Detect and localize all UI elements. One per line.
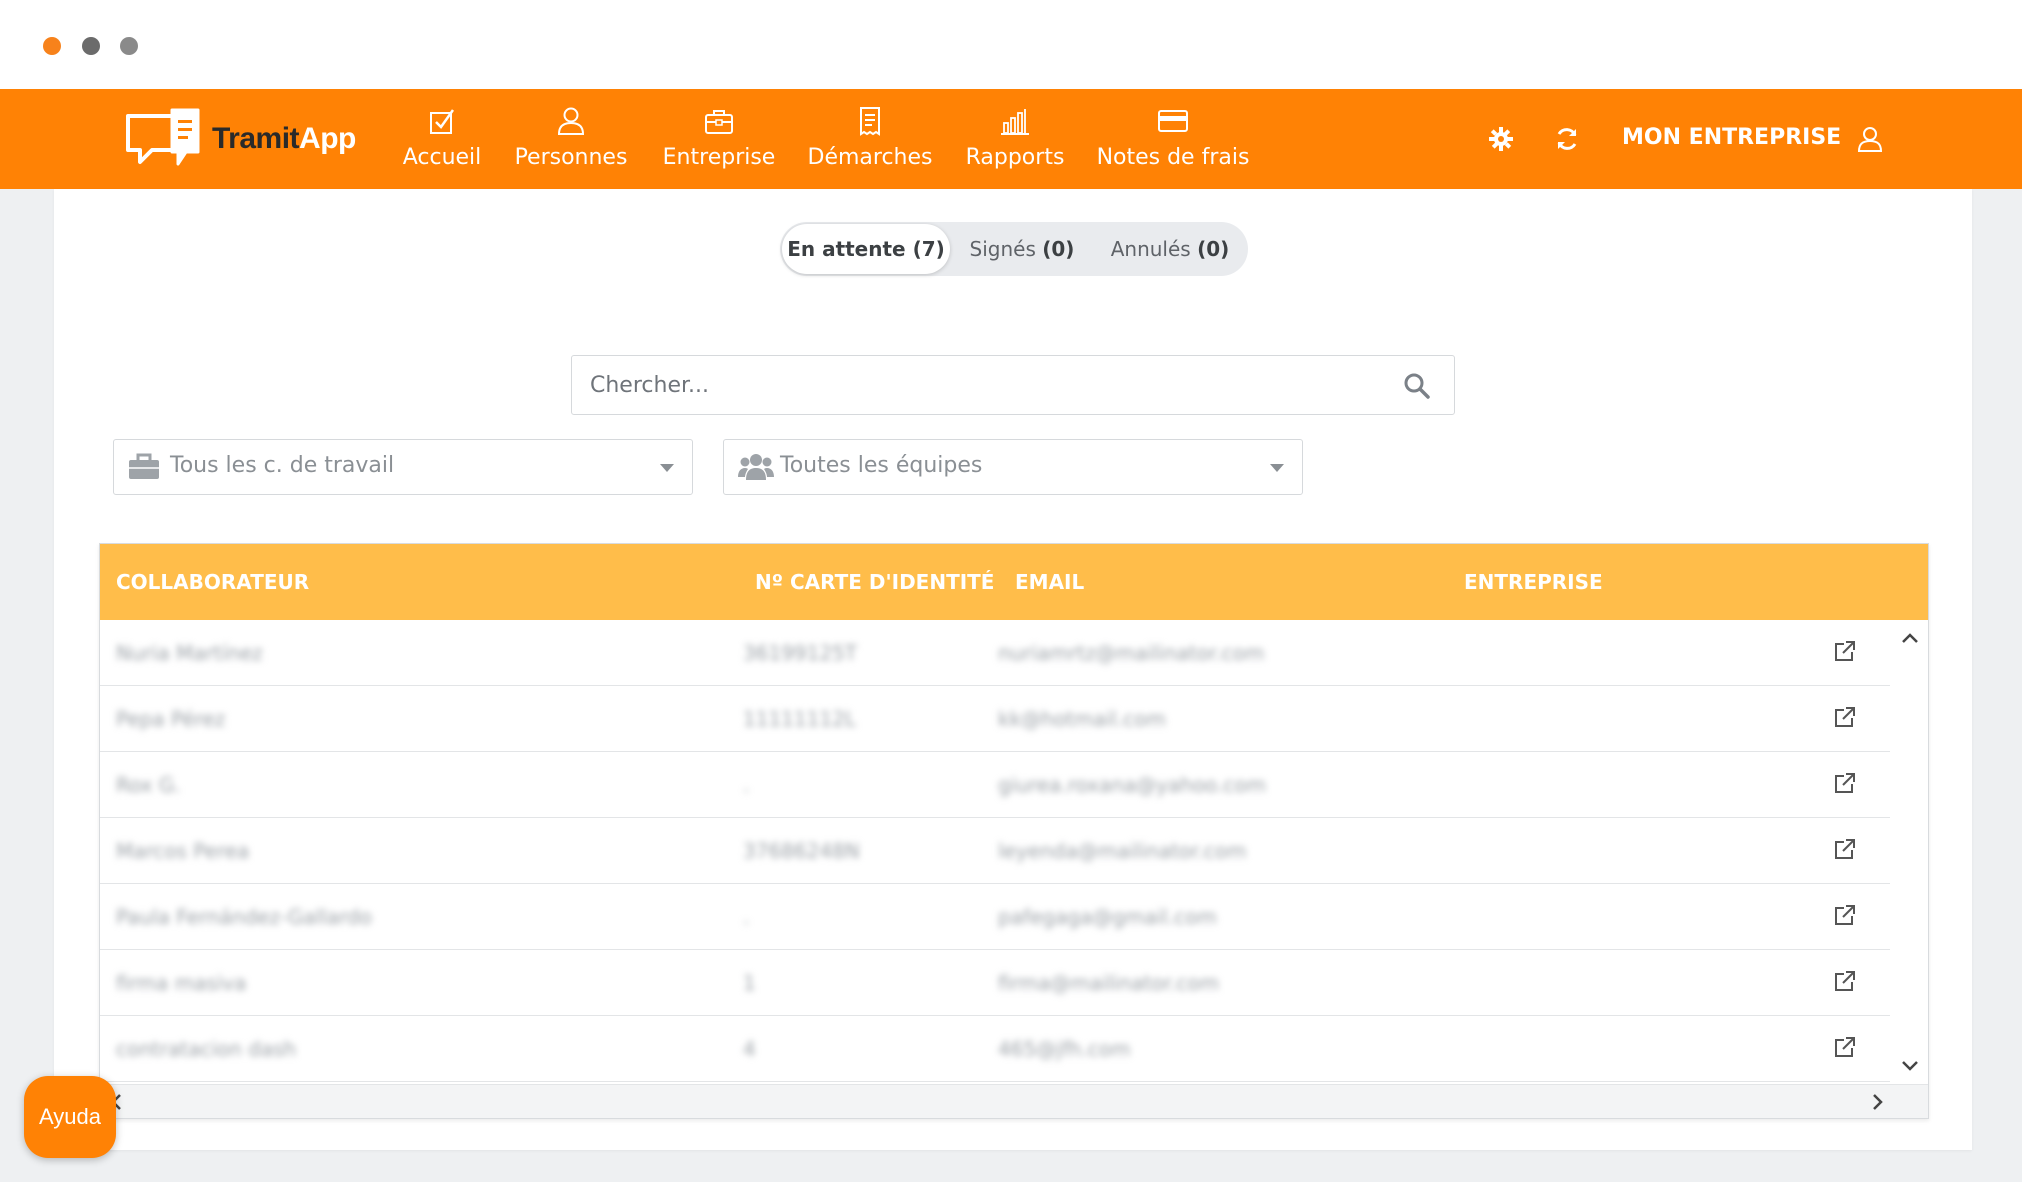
column-header-id-card[interactable]: Nº CARTE D'IDENTITÉ (755, 544, 994, 620)
cell-id: 37686248N (743, 839, 860, 863)
employees-table: COLLABORATEUR Nº CARTE D'IDENTITÉ EMAIL … (99, 543, 1929, 1119)
workplace-filter-select[interactable]: Tous les c. de travail (113, 439, 693, 495)
tab-count: (0) (1197, 237, 1230, 261)
nav-demarches[interactable]: Démarches (808, 103, 933, 177)
cell-email: leyenda@mailinator.com (998, 839, 1247, 863)
chevron-down-icon (660, 464, 674, 472)
workplace-filter-value: Tous les c. de travail (170, 453, 395, 478)
chevron-down-icon (1270, 464, 1284, 472)
nav-notes-de-frais[interactable]: Notes de frais (1097, 103, 1249, 177)
nav-entreprise[interactable]: Entreprise (663, 103, 775, 177)
cell-name: Nuria Martínez (116, 641, 263, 665)
column-header-collaborateur[interactable]: COLLABORATEUR (116, 544, 309, 620)
user-icon (556, 103, 586, 139)
briefcase-icon (128, 452, 162, 482)
tab-en-attente[interactable]: En attente (7) (782, 224, 950, 274)
nav-accueil[interactable]: Accueil (403, 103, 481, 177)
cell-name: firma masiva (116, 971, 247, 995)
help-chat-button[interactable]: Ayuda (24, 1076, 116, 1158)
document-icon (858, 103, 882, 139)
search-icon[interactable] (1402, 371, 1432, 401)
external-link-icon[interactable] (1832, 904, 1858, 930)
nav-label: Rapports (965, 145, 1065, 170)
nav-personnes[interactable]: Personnes (515, 103, 627, 177)
briefcase-icon (704, 103, 734, 139)
tab-label: En attente (787, 237, 906, 261)
brand-name: TramitApp (212, 122, 356, 155)
search-input[interactable] (572, 356, 1392, 414)
brand-logo[interactable]: TramitApp (122, 103, 356, 175)
column-header-email[interactable]: EMAIL (1015, 544, 1084, 620)
window-chrome (0, 0, 2022, 89)
tab-count: (7) (912, 237, 945, 261)
table-row[interactable]: Marcos Perea 37686248N leyenda@mailinato… (100, 818, 1890, 884)
nav-label: Notes de frais (1096, 145, 1250, 170)
teams-filter-select[interactable]: Toutes les équipes (723, 439, 1303, 495)
scroll-down-chevron-icon[interactable] (1898, 1054, 1922, 1078)
nav-label: Personnes (514, 145, 628, 170)
external-link-icon[interactable] (1832, 640, 1858, 666)
nav-label: Entreprise (662, 145, 776, 170)
table-header: COLLABORATEUR Nº CARTE D'IDENTITÉ EMAIL … (100, 544, 1928, 620)
settings-gear-icon[interactable] (1483, 121, 1519, 157)
cell-id: 36199125T (743, 641, 858, 665)
cell-name: contratacion dash (116, 1037, 297, 1061)
external-link-icon[interactable] (1832, 772, 1858, 798)
top-navbar: TramitApp Accueil Personnes Entreprise D… (0, 89, 2022, 189)
window-minimize-dot[interactable] (82, 37, 100, 55)
cell-name: Marcos Perea (116, 839, 250, 863)
table-row[interactable]: Pepa Pérez 11111112L kk@hotmail.com (100, 686, 1890, 752)
cell-email: pafegaga@gmail.com (998, 905, 1217, 929)
tab-label: Signés (969, 237, 1036, 261)
nav-label: Accueil (402, 145, 482, 170)
cell-id: 11111112L (743, 707, 856, 731)
external-link-icon[interactable] (1832, 706, 1858, 732)
search-box (571, 355, 1455, 415)
scroll-right-chevron-icon[interactable] (1866, 1090, 1890, 1114)
refresh-icon[interactable] (1549, 121, 1585, 157)
teams-filter-value: Toutes les équipes (780, 453, 983, 478)
user-account-icon[interactable] (1852, 121, 1888, 157)
cell-email: giurea.roxana@yahoo.com (998, 773, 1267, 797)
horizontal-scrollbar[interactable] (100, 1084, 1928, 1118)
external-link-icon[interactable] (1832, 1036, 1858, 1062)
users-group-icon (738, 452, 774, 482)
external-link-icon[interactable] (1832, 838, 1858, 864)
credit-card-icon (1157, 103, 1189, 139)
tab-signes[interactable]: Signés (0) (952, 222, 1092, 276)
tab-count: (0) (1042, 237, 1075, 261)
table-row[interactable]: Paula Fernández-Gallardo . pafegaga@gmai… (100, 884, 1890, 950)
status-tabs: En attente (7) Signés (0) Annulés (0) (780, 222, 1248, 276)
company-menu[interactable]: MON ENTREPRISE (1622, 123, 1841, 153)
cell-name: Pepa Pérez (116, 707, 226, 731)
column-header-entreprise[interactable]: ENTREPRISE (1464, 544, 1603, 620)
table-row[interactable]: Nuria Martínez 36199125T nuriamrtz@maili… (100, 620, 1890, 686)
chat-bubble-logo-icon (126, 108, 200, 166)
scroll-up-chevron-icon[interactable] (1898, 626, 1922, 650)
cell-id: . (743, 773, 750, 797)
cell-email: firma@mailinator.com (998, 971, 1220, 995)
external-link-icon[interactable] (1832, 970, 1858, 996)
nav-rapports[interactable]: Rapports (965, 103, 1065, 177)
bar-chart-icon (1000, 103, 1030, 139)
cell-id: 4 (743, 1037, 756, 1061)
cell-name: Paula Fernández-Gallardo (116, 905, 372, 929)
cell-id: . (743, 905, 750, 929)
tab-annules[interactable]: Annulés (0) (1094, 222, 1246, 276)
table-row[interactable]: firma masiva 1 firma@mailinator.com (100, 950, 1890, 1016)
table-row[interactable]: contratacion dash 4 465@jfh.com (100, 1016, 1890, 1082)
tab-label: Annulés (1110, 237, 1191, 261)
cell-id: 1 (743, 971, 756, 995)
table-row[interactable]: Rox G. . giurea.roxana@yahoo.com (100, 752, 1890, 818)
window-close-dot[interactable] (43, 37, 61, 55)
nav-label: Démarches (807, 145, 933, 170)
cell-email: 465@jfh.com (998, 1037, 1131, 1061)
cell-email: kk@hotmail.com (998, 707, 1166, 731)
cell-name: Rox G. (116, 773, 181, 797)
checkbox-icon (429, 103, 455, 139)
window-maximize-dot[interactable] (120, 37, 138, 55)
cell-email: nuriamrtz@mailinator.com (998, 641, 1265, 665)
